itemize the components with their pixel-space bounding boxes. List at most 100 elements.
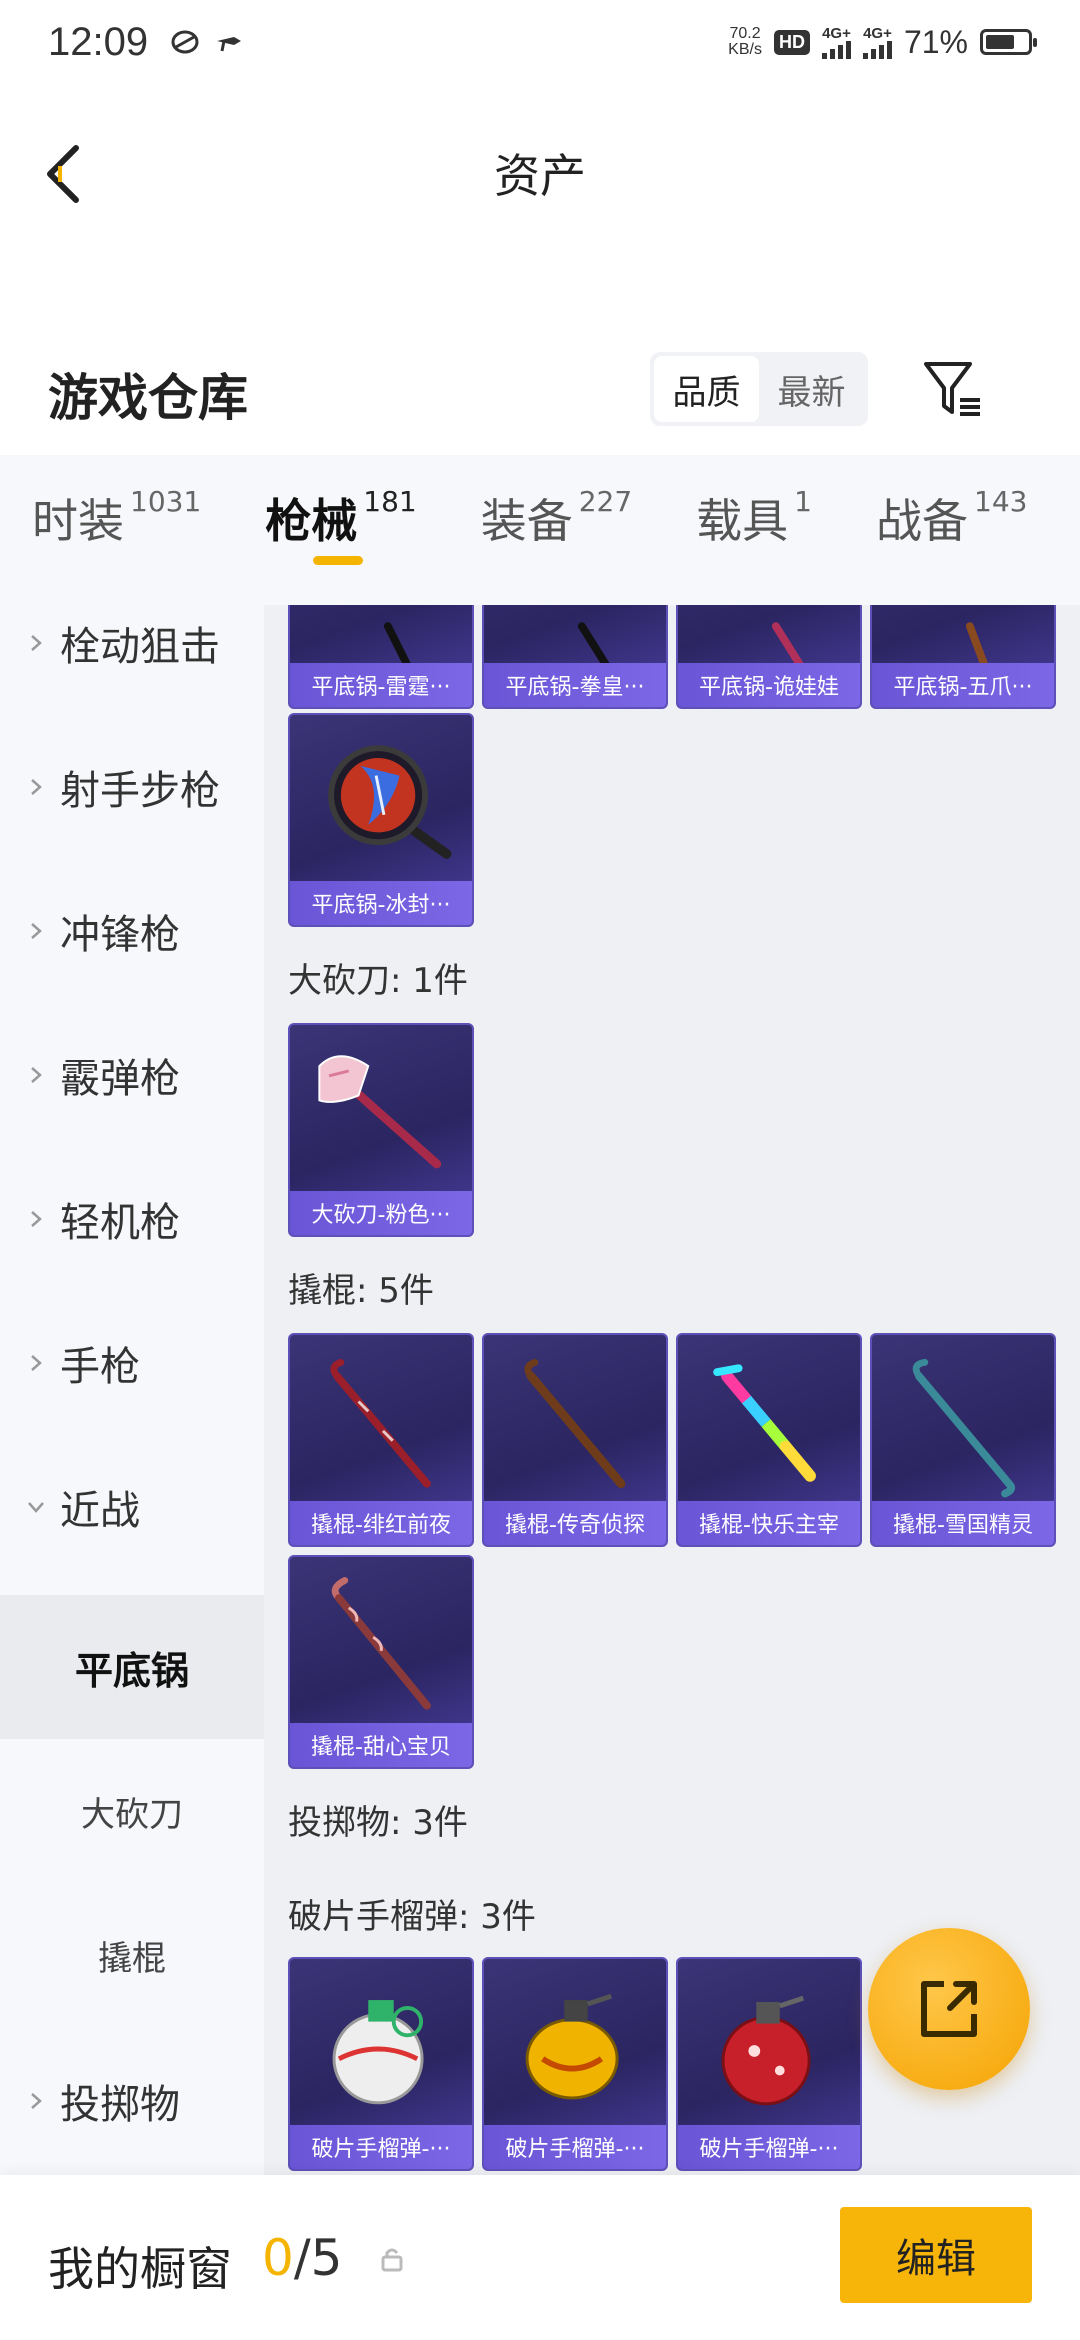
item-name: 平底锅-拳皇··· <box>484 663 666 707</box>
chevron-right-icon <box>31 923 42 939</box>
sidebar-item-smg[interactable]: 冲锋枪 <box>0 859 264 1003</box>
item-card[interactable]: 平底锅-冰封··· <box>288 713 474 927</box>
edit-button[interactable]: 编辑 <box>840 2207 1032 2303</box>
sidebar-item-pistol[interactable]: 手枪 <box>0 1291 264 1435</box>
sidebar-subitem-pan[interactable]: 平底锅 <box>0 1595 264 1739</box>
tab-label: 载具 <box>696 494 789 548</box>
item-card[interactable]: 破片手榴弹-··· <box>482 1957 668 2171</box>
item-card[interactable]: 破片手榴弹-··· <box>676 1957 862 2171</box>
tab-count: 143 <box>974 485 1028 518</box>
machete-section-label: 大砍刀: 1件 <box>288 961 468 1001</box>
sidebar-item-label: 近战 <box>60 1488 140 1534</box>
item-card[interactable]: 破片手榴弹-··· <box>288 1957 474 2171</box>
sim2-label: 4G+ <box>863 24 892 42</box>
filter-icon <box>924 362 980 416</box>
battery-icon <box>980 29 1037 55</box>
throwables-section-label: 投掷物: 3件 <box>288 1803 468 1843</box>
chevron-right-icon <box>31 779 42 795</box>
signal-sim2-icon: 4G+ <box>862 24 892 59</box>
grenade-image <box>525 1993 619 2100</box>
battery-percent: 71% <box>903 23 968 60</box>
showcase-total: /5 <box>293 2229 343 2287</box>
crowbar-image <box>331 1577 431 1710</box>
sidebar-item-label: 霰弹枪 <box>60 1056 180 1102</box>
item-name: 撬棍-快乐主宰 <box>678 1501 860 1545</box>
sidebar-item-shotgun[interactable]: 霰弹枪 <box>0 1003 264 1147</box>
sidebar-item-dmr[interactable]: 射手步枪 <box>0 715 264 859</box>
showcase-count: 0/5 <box>262 2229 342 2287</box>
crowbar-image <box>524 1358 626 1489</box>
battery-fill <box>986 35 1015 49</box>
item-name: 破片手榴弹-··· <box>678 2125 860 2169</box>
sidebar-item-bolt-sniper[interactable]: 栓动狙击 <box>0 605 264 715</box>
crowbar-image <box>713 1364 816 1482</box>
grenade-image <box>721 1995 811 2106</box>
sidebar: 栓动狙击 射手步枪 冲锋枪 霰弹枪 轻机枪 手枪 近战 平底锅 大砍刀 撬棍 投… <box>0 605 264 2175</box>
item-card[interactable]: 撬棍-绯红前夜 <box>288 1333 474 1547</box>
item-name: 撬棍-雪国精灵 <box>872 1501 1054 1545</box>
item-card[interactable]: 大砍刀-粉色··· <box>288 1023 474 1237</box>
pan-image <box>328 745 452 859</box>
tab-count: 1 <box>794 485 812 518</box>
crowbar-image <box>912 1358 1016 1498</box>
item-card[interactable]: 平底锅-五爪··· <box>870 605 1056 709</box>
sidebar-item-label: 轻机枪 <box>60 1200 180 1246</box>
sort-toggle: 品质 最新 <box>650 352 868 426</box>
grenade-section-label: 破片手榴弹: 3件 <box>288 1897 536 1937</box>
tab-firearms[interactable]: 枪械 181 <box>265 485 417 575</box>
active-tab-indicator <box>313 556 364 565</box>
hd-badge: HD <box>773 29 810 55</box>
tab-supplies[interactable]: 战备 143 <box>876 485 1027 575</box>
tab-label: 装备 <box>480 494 573 548</box>
item-name: 平底锅-诡娃娃 <box>678 663 860 707</box>
sidebar-subitem-crowbar[interactable]: 撬棍 <box>0 1883 264 2027</box>
net-speed: 70.2 KB/s <box>728 26 762 58</box>
grenade-image <box>332 2000 424 2105</box>
item-card[interactable]: 平底锅-拳皇··· <box>482 605 668 709</box>
sidebar-item-label: 冲锋枪 <box>60 912 180 958</box>
chevron-down-icon <box>28 1502 44 1513</box>
chevron-right-icon <box>31 1067 42 1083</box>
item-card[interactable]: 撬棍-雪国精灵 <box>870 1333 1056 1547</box>
item-card[interactable]: 平底锅-雷霆··· <box>288 605 474 709</box>
tab-fashion[interactable]: 时装 1031 <box>32 485 201 575</box>
tab-label: 战备 <box>876 494 968 548</box>
chevron-right-icon <box>31 1211 42 1227</box>
tab-count: 181 <box>363 485 417 518</box>
sim1-label: 4G+ <box>822 24 851 42</box>
item-card[interactable]: 撬棍-传奇侦探 <box>482 1333 668 1547</box>
bottom-bar: 我的橱窗 0/5 编辑 <box>0 2175 1080 2340</box>
share-external-icon <box>921 1981 977 2037</box>
item-card[interactable]: 撬棍-快乐主宰 <box>676 1333 862 1547</box>
tab-vehicles[interactable]: 载具 1 <box>696 485 812 575</box>
sidebar-subitem-machete[interactable]: 大砍刀 <box>0 1739 264 1883</box>
net-speed-unit: KB/s <box>728 41 762 58</box>
sort-quality-button[interactable]: 品质 <box>654 356 759 422</box>
crowbar-image <box>330 1358 431 1488</box>
crowbar-section-label: 撬棍: 5件 <box>288 1271 434 1311</box>
sort-newest-button[interactable]: 最新 <box>759 356 864 422</box>
machete-image <box>318 1055 442 1169</box>
item-card[interactable]: 撬棍-甜心宝贝 <box>288 1555 474 1769</box>
filter-button[interactable] <box>920 356 986 422</box>
lock-icon <box>381 2248 403 2272</box>
page-title: 资产 <box>494 149 586 203</box>
item-name: 平底锅-五爪··· <box>872 663 1054 707</box>
app-notification-icon <box>171 30 199 54</box>
sidebar-item-melee[interactable]: 近战 <box>0 1435 264 1579</box>
status-bar: 12:09 70.2 KB/s HD 4G+ 4G+ 71% <box>0 0 1080 84</box>
chevron-right-icon <box>31 2093 42 2109</box>
share-button[interactable] <box>868 1928 1030 2090</box>
item-card[interactable]: 平底锅-诡娃娃 <box>676 605 862 709</box>
item-name: 平底锅-雷霆··· <box>290 663 472 707</box>
app-notification-icon-2 <box>217 37 242 52</box>
status-time: 12:09 <box>48 19 149 64</box>
header: 资产 <box>0 84 1080 254</box>
item-name: 平底锅-冰封··· <box>290 881 472 925</box>
notification-icons <box>170 29 244 55</box>
item-name: 破片手榴弹-··· <box>290 2125 472 2169</box>
warehouse-title: 游戏仓库 <box>48 369 248 427</box>
tab-equipment[interactable]: 装备 227 <box>481 485 632 575</box>
sidebar-item-throwables[interactable]: 投掷物 <box>0 2029 264 2173</box>
sidebar-item-lmg[interactable]: 轻机枪 <box>0 1147 264 1291</box>
